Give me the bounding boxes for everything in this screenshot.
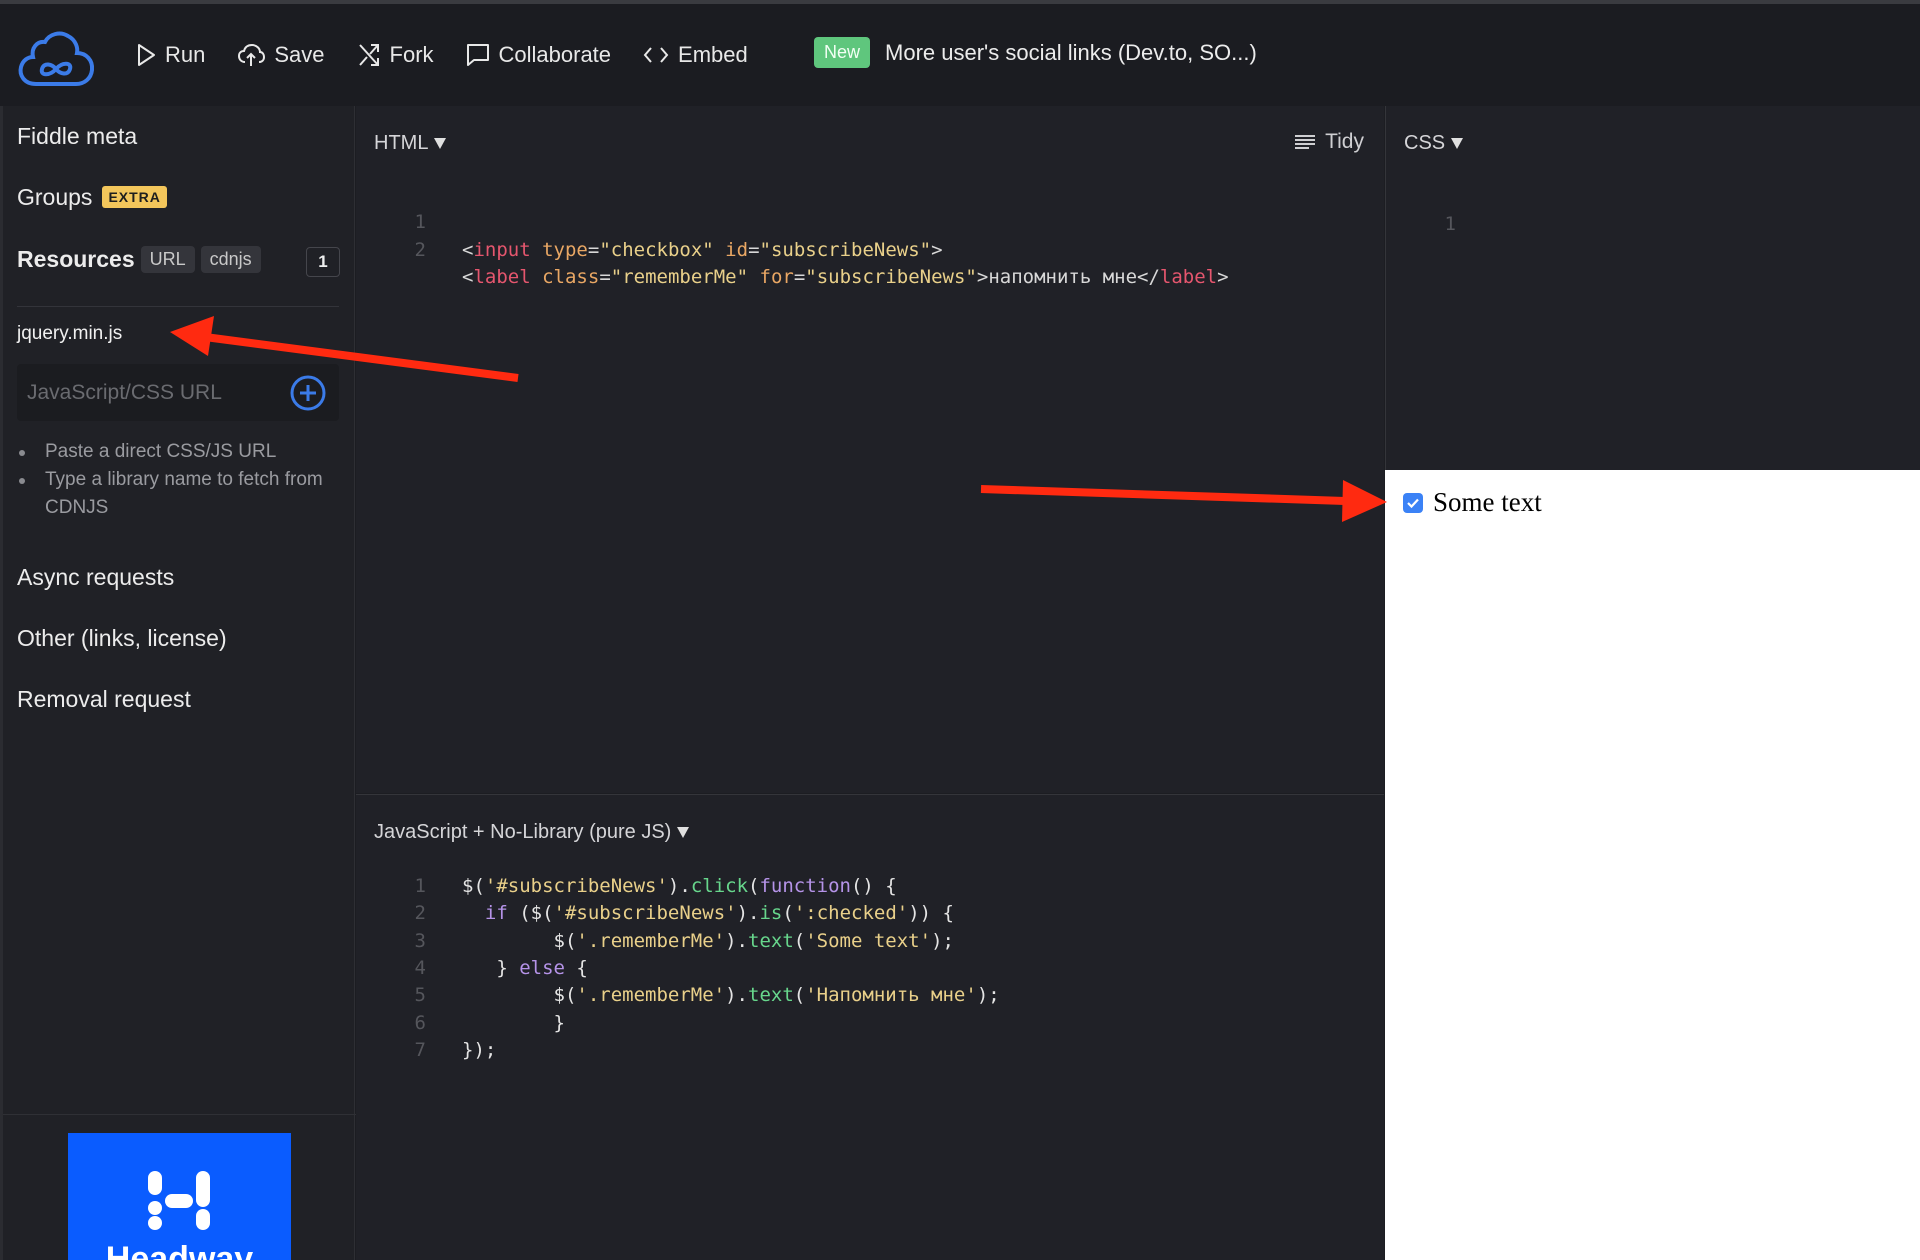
save-button[interactable]: Save <box>237 42 325 68</box>
fork-button[interactable]: Fork <box>357 42 434 68</box>
line-number: 4 <box>414 956 426 979</box>
line-number: 5 <box>414 984 426 1007</box>
js-editor-panel: JavaScript + No-Library (pure JS) 1 $('#s… <box>356 794 1384 1260</box>
sidebar: Fiddle meta Groups EXTRA Resources URL cdnj… <box>0 106 358 1260</box>
chat-bubble-icon <box>466 44 489 66</box>
js-language-dropdown[interactable]: JavaScript + No-Library (pure JS) <box>374 821 690 844</box>
line-number: 7 <box>414 1038 426 1061</box>
align-lines-icon <box>1295 135 1316 149</box>
extra-badge: EXTRA <box>102 186 167 208</box>
html-language-dropdown[interactable]: HTML <box>374 132 447 155</box>
save-label: Save <box>274 42 325 67</box>
new-badge: New <box>814 37 871 68</box>
divider <box>17 306 339 307</box>
embed-label: Embed <box>678 42 748 67</box>
js-line-3: $('.rememberMe').text('Some text'); <box>462 929 954 952</box>
run-button[interactable]: Run <box>136 42 205 68</box>
resource-file-item[interactable]: jquery.min.js <box>17 323 122 345</box>
js-line-6: } <box>462 1011 565 1034</box>
sidebar-item-async-requests[interactable]: Async requests <box>17 564 174 591</box>
css-panel-title: CSS <box>1404 132 1446 154</box>
fork-shuffle-icon <box>358 44 379 66</box>
js-line-2: if ($('#subscribeNews').is(':checked')) … <box>484 902 954 925</box>
line-number: 3 <box>414 929 426 952</box>
css-code-editor[interactable]: 1 <box>1386 184 1920 464</box>
js-line-7: }); <box>462 1038 497 1061</box>
hint-item: Paste a direct CSS/JS URL <box>19 438 345 466</box>
tidy-button[interactable]: Tidy <box>1295 130 1364 154</box>
line-number: 1 <box>414 875 426 897</box>
fork-label: Fork <box>389 42 434 67</box>
js-line-5: $('.rememberMe').text('Напомнить мне'); <box>462 984 1000 1007</box>
hint-item: Type a library name to fetch from CDNJS <box>19 466 345 522</box>
news-announcement[interactable]: New More user's social links (Dev.to, SO… <box>814 37 1257 68</box>
news-text[interactable]: More user's social links (Dev.to, SO...) <box>885 40 1257 66</box>
code-line: 2 <label class="rememberMe" for="subscri… <box>356 209 1229 318</box>
run-label: Run <box>165 42 206 67</box>
line-number: 6 <box>414 1011 426 1034</box>
divider <box>3 1114 358 1115</box>
line-number: 2 <box>414 238 426 261</box>
add-resource-plus-icon[interactable] <box>289 374 327 412</box>
css-language-dropdown[interactable]: CSS <box>1404 132 1464 155</box>
headway-logo-icon <box>148 1171 210 1230</box>
js-panel-title: JavaScript + No-Library (pure JS) <box>374 821 672 843</box>
sponsor-ad-headway[interactable]: Headway <box>68 1133 291 1260</box>
sidebar-item-groups[interactable]: Groups EXTRA <box>17 184 167 211</box>
js-line-4: } else { <box>462 956 588 979</box>
code-line: 1 <box>1386 184 1456 266</box>
collaborate-label: Collaborate <box>498 42 612 67</box>
resource-hints: Paste a direct CSS/JS URL Type a library… <box>19 438 345 522</box>
play-icon <box>138 44 155 66</box>
sponsor-name: Headway <box>105 1240 254 1260</box>
js-code-editor[interactable]: 1 $('#subscribeNews').click(function() { … <box>356 873 1384 1253</box>
url-tab[interactable]: URL <box>140 246 195 273</box>
subscribe-news-checkbox[interactable] <box>1403 492 1423 513</box>
sidebar-item-resources[interactable]: Resources URL cdnjs <box>17 246 261 273</box>
html-editor-panel: HTML Tidy 1 <input type="checkbox" id="s… <box>356 106 1384 793</box>
code-brackets-icon <box>643 47 669 63</box>
cdnjs-tab[interactable]: cdnjs <box>200 246 261 273</box>
caret-down-icon <box>1451 138 1464 149</box>
jsfiddle-logo-icon[interactable] <box>16 28 96 90</box>
other-links-license-label: Other (links, license) <box>17 625 227 651</box>
css-editor-panel: CSS 1 <box>1385 106 1920 470</box>
groups-label: Groups <box>17 184 93 210</box>
html-panel-title: HTML <box>374 132 429 154</box>
resource-url-field <box>17 364 339 421</box>
result-checkbox-row[interactable]: Some text <box>1403 487 1542 518</box>
removal-request-label: Removal request <box>17 686 191 712</box>
html-line-2: <label class="rememberMe" for="subscribe… <box>462 265 1229 288</box>
async-requests-label: Async requests <box>17 564 175 590</box>
top-toolbar: Run Save Fork Collaborate Embed New More… <box>0 4 1920 106</box>
js-line-1: $('#subscribeNews').click(function() { <box>462 875 897 897</box>
checkmark-icon <box>1407 498 1419 508</box>
resources-label: Resources <box>17 246 135 272</box>
collaborate-button[interactable]: Collaborate <box>466 42 612 68</box>
html-line-1: <input type="checkbox" id="subscribeNews… <box>462 238 943 261</box>
tidy-label: Tidy <box>1325 130 1364 153</box>
sidebar-item-other[interactable]: Other (links, license) <box>17 625 227 652</box>
resource-url-input[interactable] <box>27 364 277 421</box>
sidebar-item-fiddle-meta[interactable]: Fiddle meta <box>17 123 137 150</box>
embed-button[interactable]: Embed <box>643 42 748 68</box>
result-preview-panel: Some text <box>1385 470 1920 1260</box>
line-number: 2 <box>414 902 426 925</box>
toolbar-nav: Run Save Fork Collaborate Embed <box>136 4 780 106</box>
remember-me-label[interactable]: Some text <box>1433 487 1542 518</box>
line-number: 1 <box>1444 213 1456 236</box>
resources-count-badge: 1 <box>306 247 340 277</box>
html-code-editor[interactable]: 1 <input type="checkbox" id="subscribeNe… <box>356 182 1384 782</box>
caret-down-icon <box>677 827 690 838</box>
fiddle-meta-label: Fiddle meta <box>17 123 138 149</box>
caret-down-icon <box>434 138 447 149</box>
cloud-upload-icon <box>238 43 266 66</box>
sidebar-item-removal-request[interactable]: Removal request <box>17 686 191 713</box>
